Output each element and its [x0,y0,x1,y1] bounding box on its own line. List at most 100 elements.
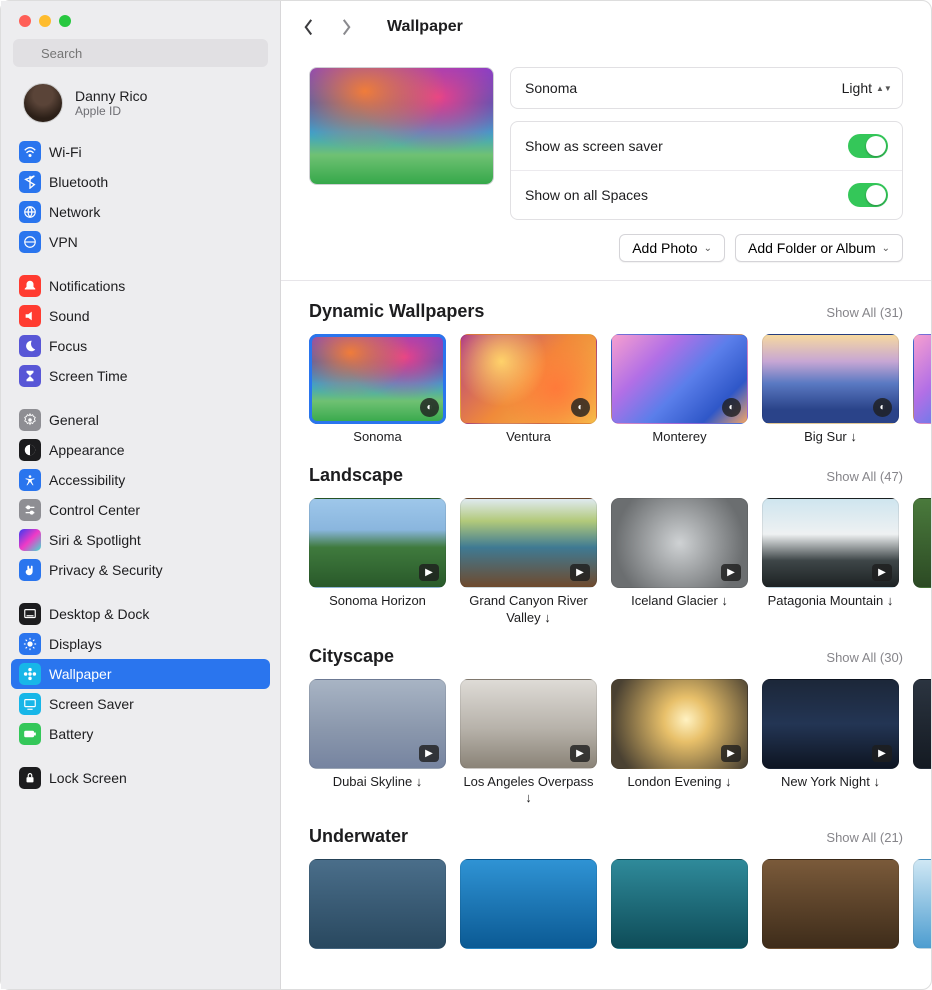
sidebar-item-wifi[interactable]: Wi-Fi [11,137,270,167]
play-icon: ▶ [419,745,439,762]
wallpaper-thumb[interactable]: ▶Los Angeles Overpass ↓ [460,679,597,807]
sidebar-item-sound[interactable]: Sound [11,301,270,331]
hand-icon [19,559,41,581]
flower-icon [19,663,41,685]
show-all-landscape[interactable]: Show All (47) [826,469,903,484]
wallpaper-thumb[interactable] [611,859,748,949]
wallpaper-thumb[interactable] [913,498,931,626]
page-title: Wallpaper [387,18,463,36]
wallpaper-thumb[interactable]: ▶Sonoma Horizon [309,498,446,626]
section-cityscape: Cityscape Show All (30) ▶Dubai Skyline ↓… [309,646,931,807]
close-window-button[interactable] [19,15,31,27]
wallpaper-thumb[interactable]: ◐Monterey [611,334,748,445]
vpn-icon [19,231,41,253]
sidebar-item-general[interactable]: General [11,405,270,435]
sidebar-item-displays[interactable]: Displays [11,629,270,659]
sidebar-item-screen-time[interactable]: Screen Time [11,361,270,391]
section-dynamic: Dynamic Wallpapers Show All (31) ◐Sonoma… [309,301,931,445]
play-icon: ▶ [570,564,590,581]
chevron-down-icon: ⌄ [882,243,890,254]
wallpaper-thumb[interactable]: ▶London Evening ↓ [611,679,748,807]
wallpaper-options-card: Show as screen saver Show on all Spaces [510,121,903,220]
speaker-icon [19,305,41,327]
dock-icon [19,603,41,625]
siri-icon [19,529,41,551]
network-icon [19,201,41,223]
wallpaper-thumb[interactable] [762,859,899,949]
wallpaper-thumb[interactable]: ▶Dubai Skyline ↓ [309,679,446,807]
sidebar-item-appearance[interactable]: Appearance [11,435,270,465]
sidebar-item-network[interactable]: Network [11,197,270,227]
minimize-window-button[interactable] [39,15,51,27]
screensaver-icon [19,693,41,715]
sidebar-item-lock-screen[interactable]: Lock Screen [11,763,270,793]
appearance-select[interactable]: Light ▲▼ [842,80,888,96]
opt-screen-saver-label: Show as screen saver [525,138,663,154]
sidebar-item-focus[interactable]: Focus [11,331,270,361]
wallpaper-thumb[interactable]: ▶Iceland Glacier ↓ [611,498,748,626]
sidebar-item-battery[interactable]: Battery [11,719,270,749]
bell-icon [19,275,41,297]
sidebar-item-notifications[interactable]: Notifications [11,271,270,301]
back-button[interactable] [303,17,323,37]
section-title: Dynamic Wallpapers [309,301,484,322]
dynamic-icon: ◐ [873,398,892,417]
account-name: Danny Rico [75,88,147,104]
wallpaper-thumb[interactable]: ◐Sonoma [309,334,446,445]
wallpaper-thumb[interactable]: ▶Patagonia Mountain ↓ [762,498,899,626]
moon-icon [19,335,41,357]
sidebar-item-control-center[interactable]: Control Center [11,495,270,525]
chevron-updown-icon: ▲▼ [876,86,888,91]
chevron-down-icon: ⌄ [704,243,712,254]
wallpaper-thumb[interactable] [460,859,597,949]
add-folder-button[interactable]: Add Folder or Album⌄ [735,234,903,262]
play-icon: ▶ [721,745,741,762]
show-all-underwater[interactable]: Show All (21) [826,830,903,845]
play-icon: ▶ [570,745,590,762]
wallpaper-thumb[interactable]: ▶New York Night ↓ [762,679,899,807]
show-all-cityscape[interactable]: Show All (30) [826,650,903,665]
show-all-dynamic[interactable]: Show All (31) [826,305,903,320]
toolbar: Wallpaper [281,1,931,53]
current-wallpaper-preview [309,67,494,185]
sliders-icon [19,499,41,521]
dynamic-icon: ◐ [571,398,590,417]
bluetooth-icon [19,171,41,193]
wallpaper-thumb[interactable]: ▶Grand Canyon River Valley ↓ [460,498,597,626]
sidebar-item-wallpaper[interactable]: Wallpaper [11,659,270,689]
wallpaper-name-card: Sonoma Light ▲▼ [510,67,903,109]
main-panel: Wallpaper Sonoma Light ▲▼ [281,1,931,989]
section-title: Underwater [309,826,408,847]
sidebar: Danny Rico Apple ID Wi-Fi Bluetooth Netw… [1,1,281,989]
add-photo-button[interactable]: Add Photo⌄ [619,234,725,262]
wifi-icon [19,141,41,163]
sidebar-item-siri[interactable]: Siri & Spotlight [11,525,270,555]
section-underwater: Underwater Show All (21) [309,826,931,949]
wallpaper-thumb[interactable] [309,859,446,949]
sidebar-item-privacy[interactable]: Privacy & Security [11,555,270,585]
sidebar-item-accessibility[interactable]: Accessibility [11,465,270,495]
lock-icon [19,767,41,789]
wallpaper-thumb[interactable] [913,334,931,445]
search-input[interactable] [13,39,268,67]
all-spaces-toggle[interactable] [848,183,888,207]
account-sub: Apple ID [75,104,147,118]
dynamic-icon: ◐ [420,398,439,417]
window-controls [1,1,280,35]
wallpaper-thumb[interactable] [913,859,931,949]
battery-icon [19,723,41,745]
sidebar-item-desktop-dock[interactable]: Desktop & Dock [11,599,270,629]
apple-id-button[interactable]: Danny Rico Apple ID [1,77,280,137]
forward-button[interactable] [341,17,361,37]
zoom-window-button[interactable] [59,15,71,27]
section-landscape: Landscape Show All (47) ▶Sonoma Horizon … [309,465,931,626]
current-wallpaper-name: Sonoma [525,80,577,96]
wallpaper-thumb[interactable]: ◐Ventura [460,334,597,445]
hourglass-icon [19,365,41,387]
screen-saver-toggle[interactable] [848,134,888,158]
wallpaper-thumb[interactable]: ◐Big Sur ↓ [762,334,899,445]
sidebar-item-bluetooth[interactable]: Bluetooth [11,167,270,197]
wallpaper-thumb[interactable] [913,679,931,807]
sidebar-item-vpn[interactable]: VPN [11,227,270,257]
sidebar-item-screen-saver[interactable]: Screen Saver [11,689,270,719]
